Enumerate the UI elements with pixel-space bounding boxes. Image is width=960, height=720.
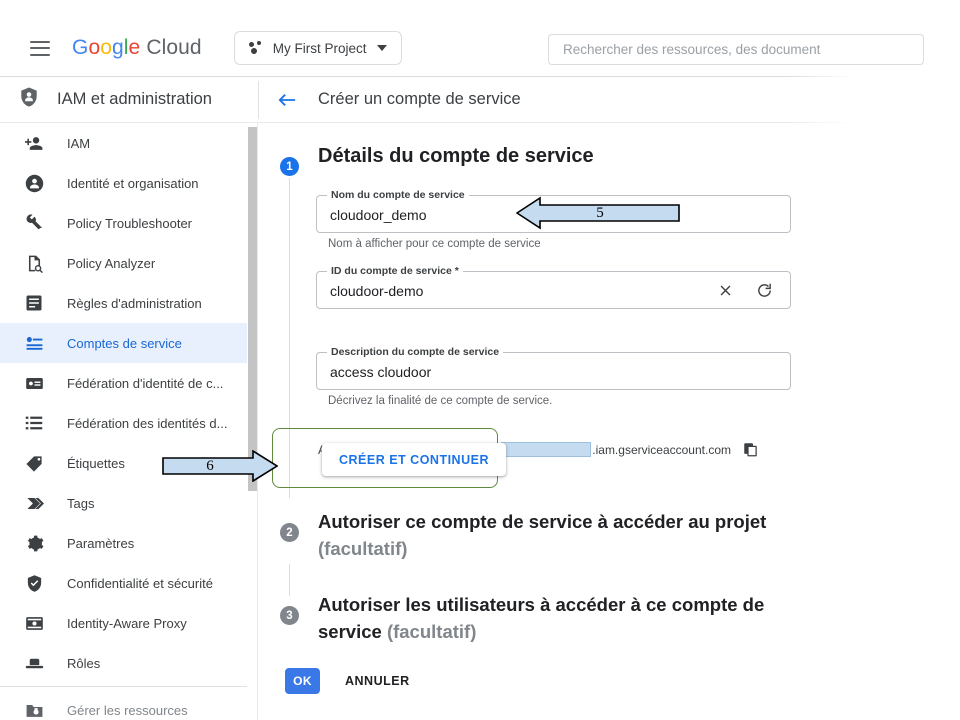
sidebar-item-federation-identites-d[interactable]: Fédération des identités d... [0,403,247,443]
id-card-icon [23,374,45,393]
step-1-badge: 1 [280,157,299,176]
step-2-badge: 2 [280,523,299,542]
project-selector[interactable]: My First Project [233,31,403,65]
tags-icon [23,494,45,513]
sidebar-item-regles-administration[interactable]: Règles d'administration [0,283,247,323]
service-account-id-input[interactable]: ID du compte de service * cloudoor-demo [316,265,791,309]
chevron-down-icon [377,45,388,51]
step-2-title[interactable]: Autoriser ce compte de service à accéder… [318,508,818,562]
step3-rail [289,578,290,594]
sidebar-divider [0,686,247,687]
sidebar-item-label: Règles d'administration [67,295,202,311]
sidebar-nav: IAM Identité et organisation Policy Trou… [0,123,247,720]
sidebar-item-label: Comptes de service [67,335,182,351]
step-3-title[interactable]: Autoriser les utilisateurs à accéder à c… [318,591,818,645]
step-2-title-text: Autoriser ce compte de service à accéder… [318,511,767,532]
step-3-title-text: Autoriser les utilisateurs à accéder à c… [318,594,765,615]
close-icon[interactable] [717,282,734,304]
sidebar-item-identite-organisation[interactable]: Identité et organisation [0,163,247,203]
cancel-button[interactable]: ANNULER [345,668,410,694]
annotation-label-5: 5 [596,204,604,221]
service-account-id-value: cloudoor-demo [330,283,424,299]
sidebar-item-label: Confidentialité et sécurité [67,575,213,591]
product-identity: IAM et administration [0,77,258,122]
page-header: Créer un compte de service [258,77,521,122]
step-2-optional: (facultatif) [318,538,408,559]
project-dots-icon [248,41,264,55]
google-wordmark: Google [72,36,141,59]
page-title: Créer un compte de service [318,90,521,108]
sidebar-item-federation-identite-c[interactable]: Fédération d'identité de c... [0,363,247,403]
shield-person-icon [18,86,40,113]
step-3-title-text-2: service [318,621,382,642]
sidebar-scrollbar[interactable] [248,127,257,491]
project-selector-label: My First Project [272,40,367,56]
wrench-icon [23,213,45,233]
sidebar-item-confidentialite-securite[interactable]: Confidentialité et sécurité [0,563,247,603]
service-account-description-input[interactable]: Description du compte de service access … [316,346,791,390]
service-account-name-value: cloudoor_demo [330,207,427,223]
list-icon [23,414,45,432]
refresh-icon[interactable] [756,282,773,304]
copy-icon[interactable] [743,442,758,457]
iap-icon [23,614,45,633]
sidebar-item-label: Étiquettes [67,455,125,471]
email-suffix: .iam.gserviceaccount.com [592,442,731,457]
sidebar-item-label: IAM [67,135,91,151]
rules-list-icon [23,294,45,312]
search-input[interactable]: Rechercher des ressources, des document [548,34,924,65]
sidebar-item-comptes-de-service[interactable]: Comptes de service [0,323,247,363]
cloud-wordmark: Cloud [146,36,202,59]
annotation-arrow-6 [162,450,278,482]
service-account-name-label: Nom du compte de service [327,189,469,201]
sidebar-item-label: Fédération des identités d... [67,415,228,431]
sidebar-item-label: Identity-Aware Proxy [67,615,187,631]
sidebar-item-identity-aware-proxy[interactable]: Identity-Aware Proxy [0,603,247,643]
service-account-name-helper: Nom à afficher pour ce compte de service [328,238,541,250]
roles-hat-icon [23,654,45,673]
manage-resources-icon [23,701,45,720]
person-add-icon [23,134,45,153]
product-bar: IAM et administration Créer un compte de… [0,77,855,122]
sidebar-item-label: Fédération d'identité de c... [67,375,224,391]
document-search-icon [23,254,45,273]
account-circle-icon [23,174,45,193]
sidebar-item-label: Policy Analyzer [67,255,156,271]
step-1-title: Détails du compte de service [318,145,594,167]
service-account-description-label: Description du compte de service [327,346,504,358]
sidebar-item-label: Identité et organisation [67,175,199,191]
sidebar-item-label: Tags [67,495,95,511]
create-and-continue-button[interactable]: CRÉER ET CONTINUER [322,443,506,476]
service-account-description-value: access cloudoor [330,364,432,380]
google-cloud-logo: Google Cloud [72,36,202,60]
search-placeholder: Rechercher des ressources, des document [563,42,821,57]
sidebar-item-policy-troubleshooter[interactable]: Policy Troubleshooter [0,203,247,243]
service-account-icon [23,334,45,353]
gear-icon [23,534,45,553]
ok-button[interactable]: OK [285,668,320,694]
shield-check-icon [23,574,45,593]
service-account-id-label: ID du compte de service * [327,265,463,277]
sidebar-item-label: Paramètres [67,535,135,551]
redacted-project-id [501,442,592,457]
label-tag-icon [23,454,45,473]
service-account-description-helper: Décrivez la finalité de ce compte de ser… [328,395,553,407]
sidebar-item-label: Policy Troubleshooter [67,215,193,231]
sidebar-item-policy-analyzer[interactable]: Policy Analyzer [0,243,247,283]
step-3-badge: 3 [280,606,299,625]
sidebar-item-roles[interactable]: Rôles [0,643,247,683]
hamburger-menu-icon[interactable] [30,40,50,56]
sidebar-item-label: Rôles [67,655,101,671]
sidebar-item-tags[interactable]: Tags [0,483,247,523]
sidebar-item-parametres[interactable]: Paramètres [0,523,247,563]
sidebar-item-label: Gérer les ressources [67,702,188,718]
sidebar-item-gerer-les-ressources[interactable]: Gérer les ressources [0,690,247,720]
sidebar-item-iam[interactable]: IAM [0,123,247,163]
step-3-optional: (facultatif) [386,621,477,642]
product-title: IAM et administration [57,90,212,108]
back-arrow-icon[interactable] [276,91,298,109]
annotation-label-6: 6 [206,457,214,474]
